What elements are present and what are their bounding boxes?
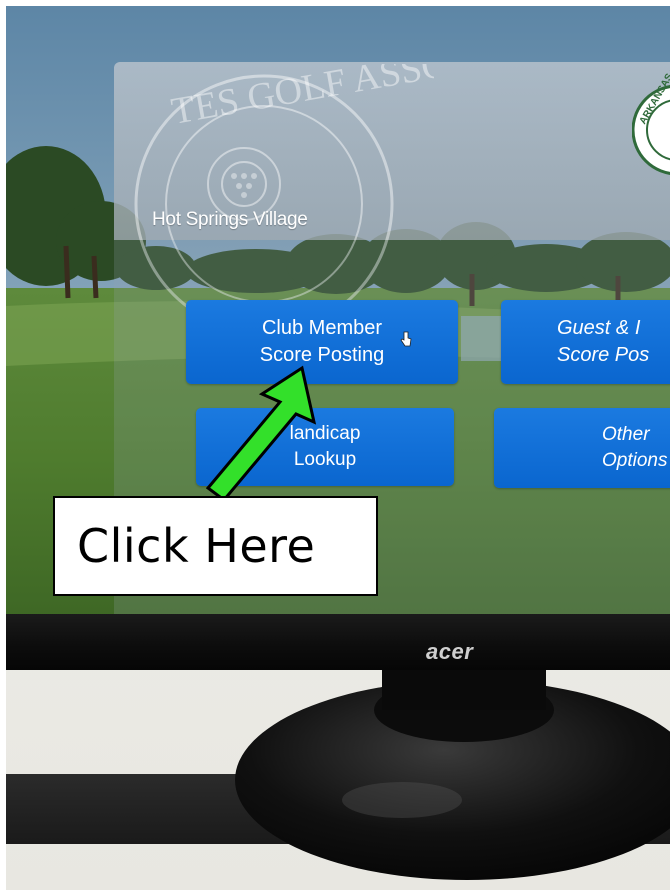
monitor-bezel (6, 614, 670, 670)
guest-score-posting-button[interactable]: Guest & I Score Pos (501, 300, 670, 384)
photo-frame: TES GOLF ASSOCIAT ARKANSAS ST Hot Spring… (6, 6, 670, 890)
monitor-stand (235, 670, 670, 880)
button-label-line2: Options (602, 450, 668, 471)
club-name-label: Hot Springs Village (152, 209, 308, 230)
button-label-line2: Score Pos (557, 344, 650, 366)
hand-cursor-icon (400, 331, 412, 347)
green-arrow-icon (205, 365, 317, 503)
button-label-line1: Other (602, 424, 650, 446)
state-golf-seal: ARKANSAS ST (632, 70, 670, 175)
monitor-brand-logo: acer (426, 639, 474, 664)
callout-text: Click Here (77, 519, 316, 573)
click-here-callout: Click Here (53, 496, 378, 596)
other-options-button[interactable]: Other Options (494, 408, 670, 488)
button-label-line1: Guest & I (557, 317, 641, 339)
button-label-line1: Club Member (261, 317, 383, 339)
